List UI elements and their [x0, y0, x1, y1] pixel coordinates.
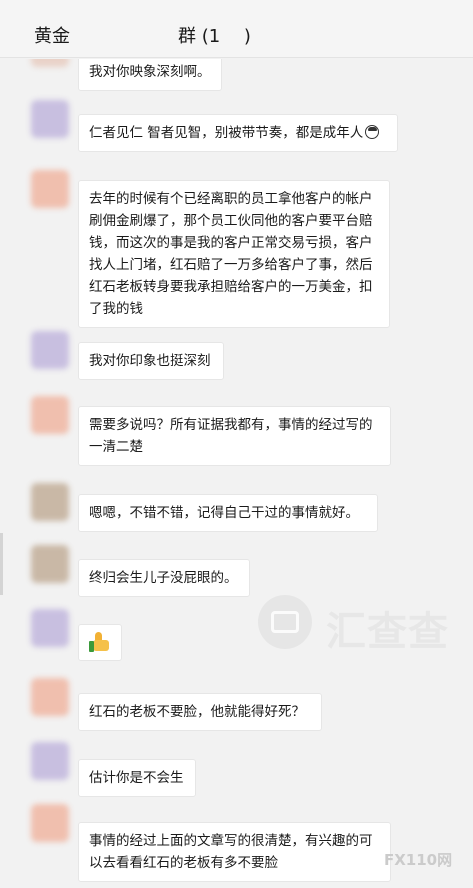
message-bubble[interactable]	[78, 624, 122, 661]
source-badge: FX110网	[384, 851, 453, 869]
avatar[interactable]	[31, 331, 69, 369]
avatar[interactable]	[31, 100, 69, 138]
chat-header: 黄金 群 (1 )	[0, 0, 473, 58]
message-text: 事情的经过上面的文章写的很清楚，有兴趣的可以去看看红石的老板有多不要脸	[89, 833, 373, 871]
avatar[interactable]	[31, 678, 69, 716]
message-text: 我对你映象深刻啊。	[89, 64, 211, 80]
message-bubble[interactable]: 事情的经过上面的文章写的很清楚，有兴趣的可以去看看红石的老板有多不要脸	[78, 822, 391, 882]
message-text: 估计你是不会生	[89, 770, 184, 786]
message-bubble[interactable]: 仁者见仁 智者见智，别被带节奏，都是成年人	[78, 114, 398, 152]
message-text: 嗯嗯，不错不错，记得自己干过的事情就好。	[89, 505, 359, 521]
avatar[interactable]	[31, 59, 69, 67]
message-bubble[interactable]: 去年的时候有个已经离职的员工拿他客户的帐户刷佣金刷爆了，那个员工伙同他的客户要平…	[78, 180, 390, 328]
watermark-logo-icon	[258, 595, 312, 649]
avatar[interactable]	[31, 483, 69, 521]
avatar[interactable]	[31, 170, 69, 208]
message-text: 仁者见仁 智者见智，别被带节奏，都是成年人	[89, 125, 364, 141]
message-text: 需要多说吗？所有证据我都有，事情的经过写的一清二楚	[89, 417, 373, 455]
message-bubble[interactable]: 嗯嗯，不错不错，记得自己干过的事情就好。	[78, 494, 378, 532]
resize-handle[interactable]	[0, 533, 3, 595]
chat-title-left: 黄金	[34, 26, 70, 47]
face-icon	[365, 125, 380, 139]
message-bubble[interactable]: 我对你印象也挺深刻	[78, 342, 224, 380]
chat-title-group: 群 (1 )	[178, 26, 251, 47]
avatar[interactable]	[31, 545, 69, 583]
message-bubble[interactable]: 红石的老板不要脸，他就能得好死？	[78, 693, 322, 731]
message-text: 终归会生儿子没屁眼的。	[89, 570, 238, 586]
message-bubble[interactable]: 需要多说吗？所有证据我都有，事情的经过写的一清二楚	[78, 406, 391, 466]
avatar[interactable]	[31, 804, 69, 842]
watermark-text: 汇查查	[326, 609, 449, 655]
message-bubble[interactable]: 终归会生儿子没屁眼的。	[78, 559, 250, 597]
message-text: 去年的时候有个已经离职的员工拿他客户的帐户刷佣金刷爆了，那个员工伙同他的客户要平…	[89, 191, 373, 317]
message-bubble[interactable]: 我对你映象深刻啊。	[78, 59, 222, 91]
avatar[interactable]	[31, 609, 69, 647]
avatar[interactable]	[31, 396, 69, 434]
message-bubble[interactable]: 估计你是不会生	[78, 759, 196, 797]
thumbs-up-icon	[89, 631, 111, 653]
message-text: 我对你印象也挺深刻	[89, 353, 211, 369]
avatar[interactable]	[31, 742, 69, 780]
message-list[interactable]: 我对你映象深刻啊。 仁者见仁 智者见智，别被带节奏，都是成年人 去年的时候有个已…	[0, 59, 473, 888]
watermark: 汇查查	[258, 595, 473, 655]
message-text: 红石的老板不要脸，他就能得好死？	[89, 704, 305, 720]
